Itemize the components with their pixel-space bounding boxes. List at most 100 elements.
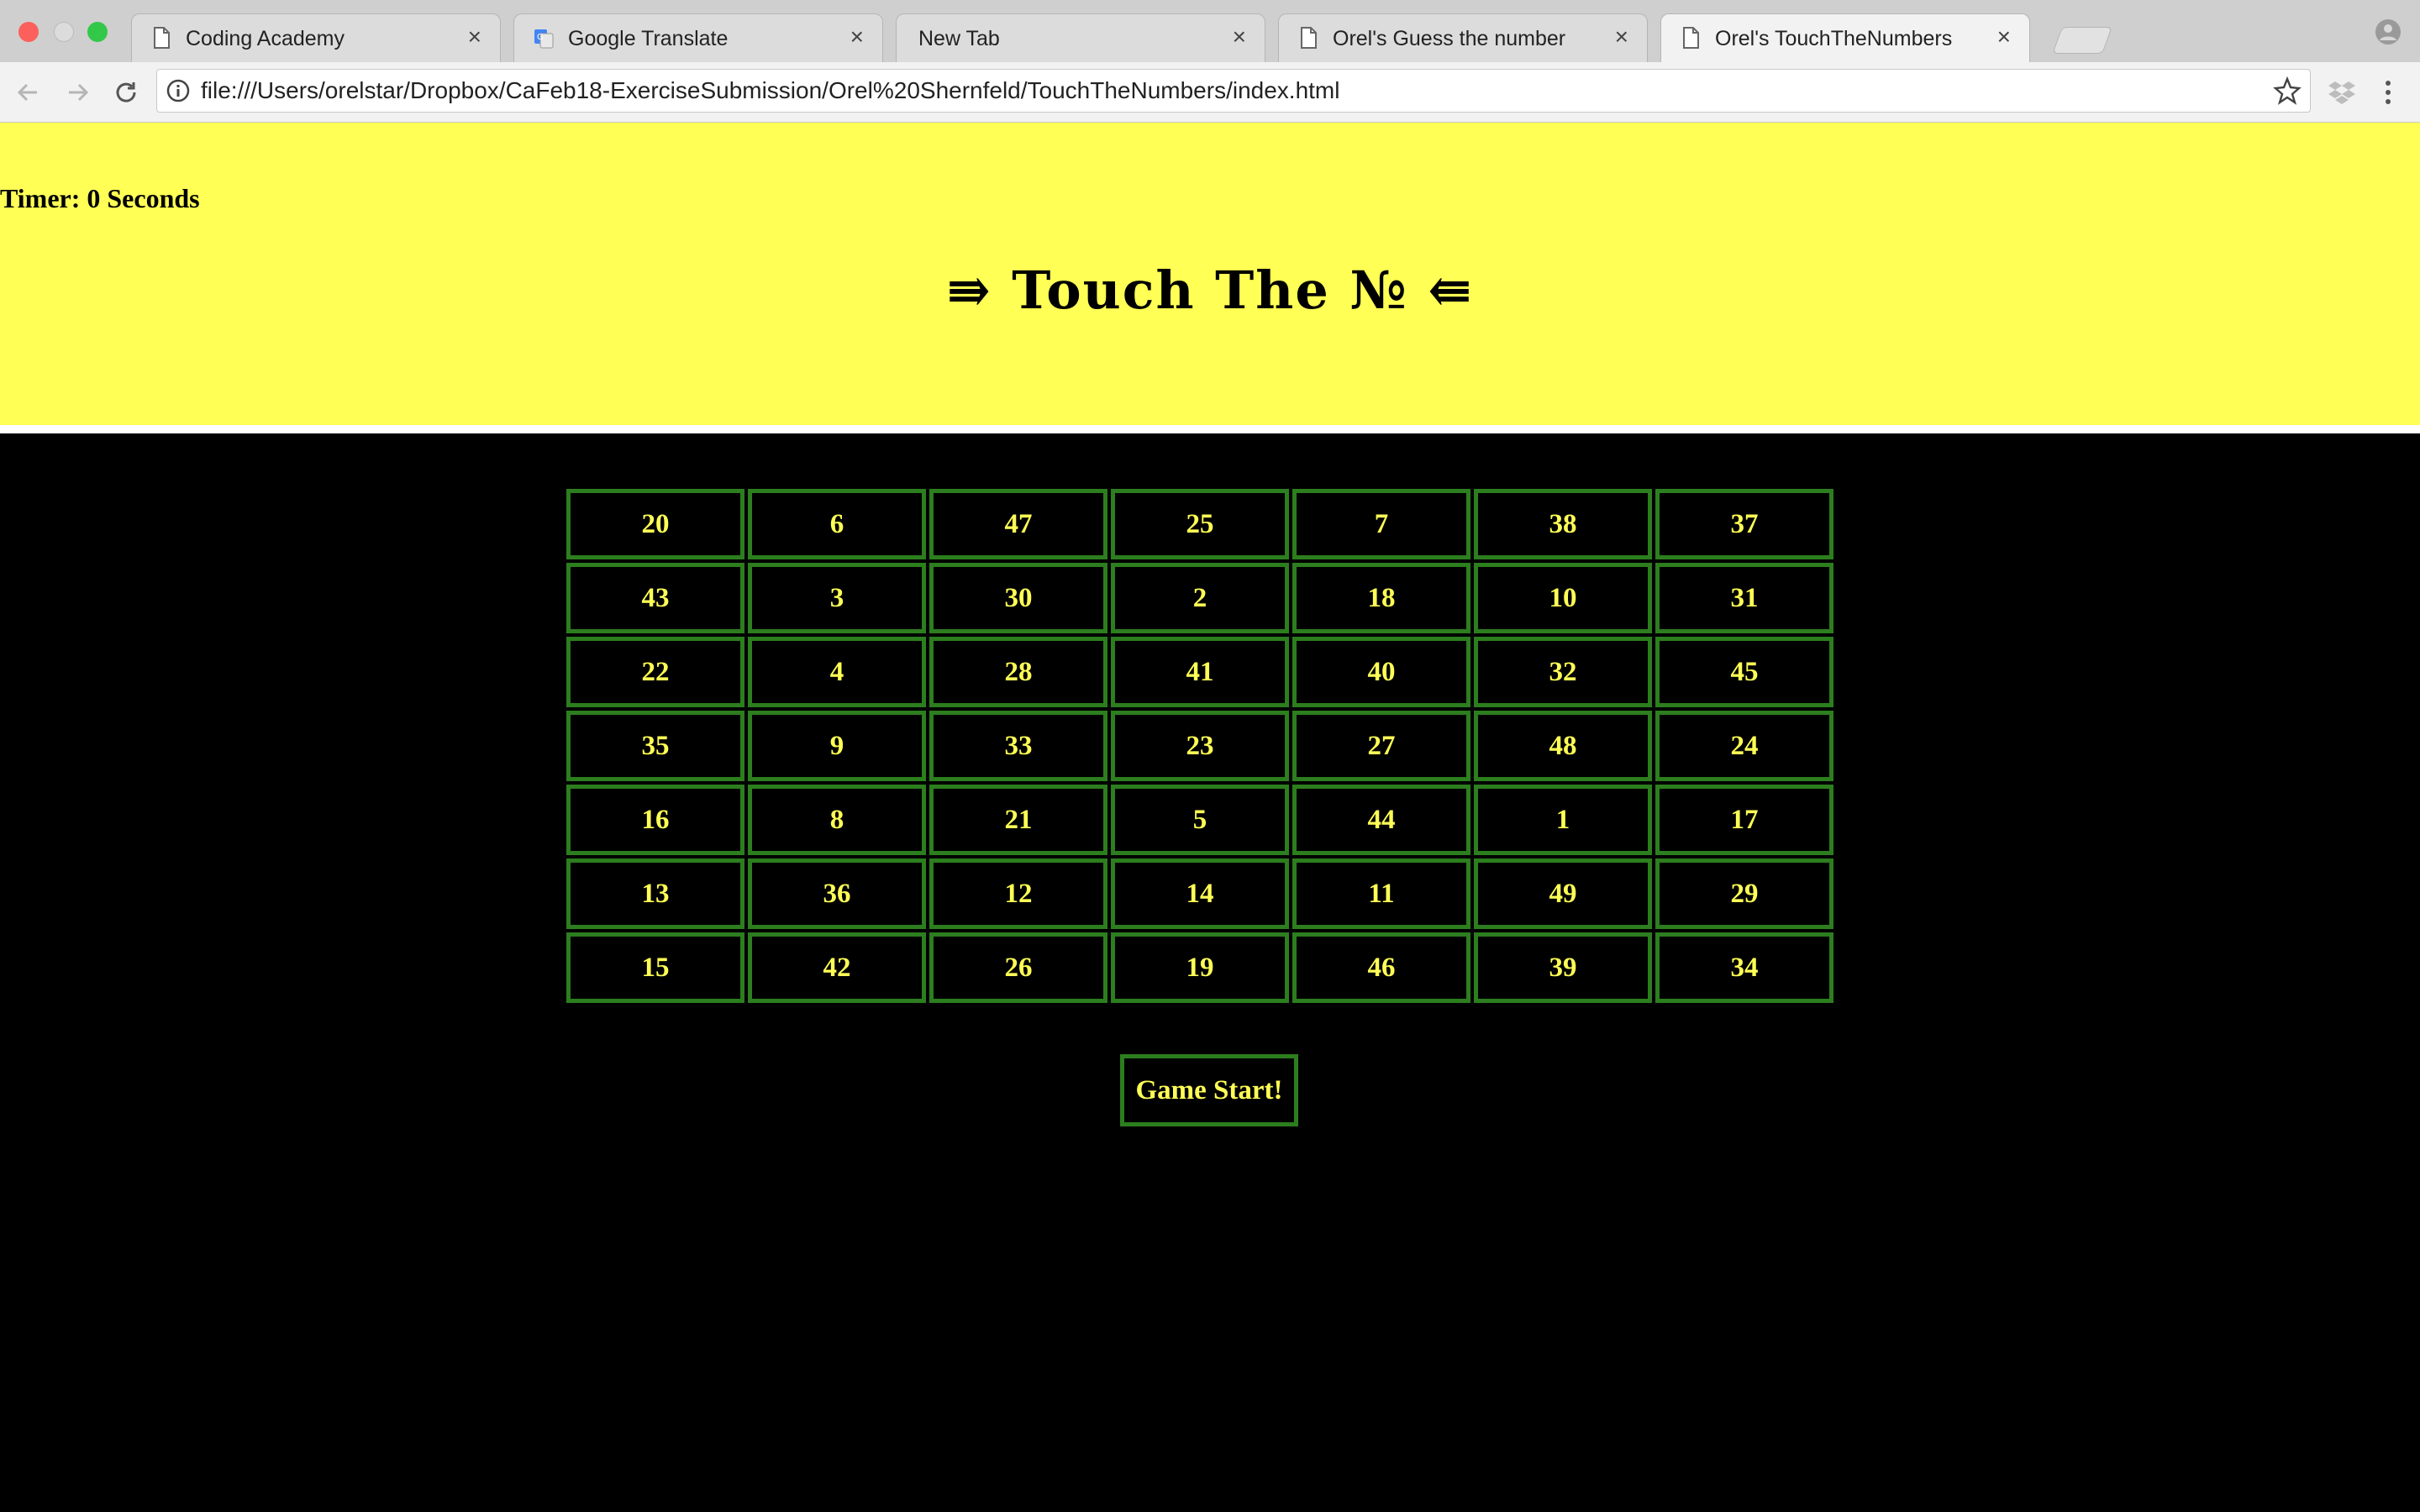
page-icon <box>154 27 170 49</box>
number-cell[interactable]: 24 <box>1655 711 1833 781</box>
new-tab-button[interactable] <box>2052 27 2112 54</box>
number-cell[interactable]: 1 <box>1474 785 1652 855</box>
number-cell[interactable]: 9 <box>748 711 926 781</box>
tab-title: Orel's Guess the number <box>1333 27 1566 50</box>
dropbox-icon[interactable] <box>2328 79 2356 106</box>
tab-title: Coding Academy <box>186 27 345 50</box>
board-row: 13 36 12 14 11 49 29 <box>566 858 1833 929</box>
board-row: 35 9 33 23 27 48 24 <box>566 711 1833 781</box>
timer-display: Timer: 0 Seconds <box>0 181 200 215</box>
forward-arrow-icon[interactable] <box>60 76 94 109</box>
number-cell[interactable]: 26 <box>929 932 1107 1003</box>
tab-strip: Coding Academy × G Google Translate × Ne… <box>0 0 2420 64</box>
svg-text:G: G <box>537 33 544 42</box>
number-cell[interactable]: 12 <box>929 858 1107 929</box>
number-cell[interactable]: 7 <box>1292 489 1470 559</box>
game-title: ⇛ Touch The № ⇚ <box>946 260 1474 321</box>
tab-title: Google Translate <box>568 27 729 50</box>
number-cell[interactable]: 3 <box>748 563 926 633</box>
number-cell[interactable]: 39 <box>1474 932 1652 1003</box>
number-cell[interactable]: 16 <box>566 785 744 855</box>
tab-title: Orel's TouchTheNumbers <box>1715 27 1953 50</box>
number-cell[interactable]: 34 <box>1655 932 1833 1003</box>
number-cell[interactable]: 14 <box>1111 858 1289 929</box>
google-translate-icon: G <box>534 29 554 49</box>
tab-google-translate[interactable]: G Google Translate × <box>513 13 883 62</box>
number-cell[interactable]: 18 <box>1292 563 1470 633</box>
number-cell[interactable]: 44 <box>1292 785 1470 855</box>
number-cell[interactable]: 37 <box>1655 489 1833 559</box>
close-tab-icon[interactable]: × <box>850 24 864 50</box>
number-cell[interactable]: 13 <box>566 858 744 929</box>
tab-coding-academy[interactable]: Coding Academy × <box>131 13 501 62</box>
browser-toolbar: file:///Users/orelstar/Dropbox/CaFeb18-E… <box>0 62 2420 123</box>
number-cell[interactable]: 35 <box>566 711 744 781</box>
tab-touch-the-numbers[interactable]: Orel's TouchTheNumbers × <box>1660 13 2030 64</box>
number-cell[interactable]: 38 <box>1474 489 1652 559</box>
board-row: 16 8 21 5 44 1 17 <box>566 785 1833 855</box>
page-header: Timer: 0 Seconds ⇛ Touch The № ⇚ <box>0 123 2420 425</box>
close-window-button[interactable] <box>18 22 39 42</box>
kebab-menu-icon[interactable] <box>2378 77 2398 108</box>
number-cell[interactable]: 40 <box>1292 637 1470 707</box>
tab-new-tab[interactable]: New Tab × <box>896 13 1265 62</box>
number-cell[interactable]: 29 <box>1655 858 1833 929</box>
number-cell[interactable]: 19 <box>1111 932 1289 1003</box>
bookmark-star-icon[interactable] <box>2273 76 2302 105</box>
number-cell[interactable]: 6 <box>748 489 926 559</box>
number-cell[interactable]: 15 <box>566 932 744 1003</box>
number-cell[interactable]: 25 <box>1111 489 1289 559</box>
info-icon[interactable] <box>166 78 191 103</box>
number-cell[interactable]: 27 <box>1292 711 1470 781</box>
board-body: 20 6 47 25 7 38 37 43 3 30 2 18 10 31 22 4 28 41 40 32 45 35 9… <box>566 489 1833 1003</box>
back-arrow-icon[interactable] <box>12 76 45 109</box>
number-cell[interactable]: 22 <box>566 637 744 707</box>
number-cell[interactable]: 8 <box>748 785 926 855</box>
number-cell[interactable]: 2 <box>1111 563 1289 633</box>
url-text[interactable]: file:///Users/orelstar/Dropbox/CaFeb18-E… <box>201 77 1339 104</box>
number-cell[interactable]: 49 <box>1474 858 1652 929</box>
number-cell[interactable]: 21 <box>929 785 1107 855</box>
page-icon <box>1683 27 1699 49</box>
zoom-window-button[interactable] <box>87 22 108 42</box>
number-board: 20 6 47 25 7 38 37 43 3 30 2 18 10 31 22 4 28 41 40 32 45 35 9… <box>563 486 1837 1006</box>
number-cell[interactable]: 10 <box>1474 563 1652 633</box>
number-cell[interactable]: 41 <box>1111 637 1289 707</box>
number-cell[interactable]: 43 <box>566 563 744 633</box>
number-cell[interactable]: 30 <box>929 563 1107 633</box>
profile-icon[interactable] <box>2375 18 2402 45</box>
board-row: 43 3 30 2 18 10 31 <box>566 563 1833 633</box>
header-divider <box>0 425 2420 433</box>
page-icon <box>1301 27 1317 49</box>
game-start-button[interactable]: Game Start! <box>1120 1054 1298 1126</box>
board-row: 22 4 28 41 40 32 45 <box>566 637 1833 707</box>
number-cell[interactable]: 28 <box>929 637 1107 707</box>
tab-title: New Tab <box>918 27 1000 50</box>
number-cell[interactable]: 31 <box>1655 563 1833 633</box>
number-cell[interactable]: 33 <box>929 711 1107 781</box>
number-cell[interactable]: 4 <box>748 637 926 707</box>
close-tab-icon[interactable]: × <box>1997 24 2011 50</box>
number-cell[interactable]: 48 <box>1474 711 1652 781</box>
number-cell[interactable]: 5 <box>1111 785 1289 855</box>
close-tab-icon[interactable]: × <box>468 24 481 50</box>
number-cell[interactable]: 17 <box>1655 785 1833 855</box>
close-tab-icon[interactable]: × <box>1615 24 1628 50</box>
number-cell[interactable]: 11 <box>1292 858 1470 929</box>
number-cell[interactable]: 47 <box>929 489 1107 559</box>
number-cell[interactable]: 20 <box>566 489 744 559</box>
address-bar[interactable]: file:///Users/orelstar/Dropbox/CaFeb18-E… <box>156 69 2311 113</box>
number-cell[interactable]: 45 <box>1655 637 1833 707</box>
number-cell[interactable]: 46 <box>1292 932 1470 1003</box>
browser-chrome: Coding Academy × G Google Translate × Ne… <box>0 0 2420 123</box>
number-cell[interactable]: 32 <box>1474 637 1652 707</box>
close-tab-icon[interactable]: × <box>1233 24 1246 50</box>
board-row: 15 42 26 19 46 39 34 <box>566 932 1833 1003</box>
minimize-window-button[interactable] <box>54 22 74 42</box>
number-cell[interactable]: 23 <box>1111 711 1289 781</box>
board-row: 20 6 47 25 7 38 37 <box>566 489 1833 559</box>
number-cell[interactable]: 36 <box>748 858 926 929</box>
reload-icon[interactable] <box>109 76 143 109</box>
number-cell[interactable]: 42 <box>748 932 926 1003</box>
tab-guess-the-number[interactable]: Orel's Guess the number × <box>1278 13 1648 62</box>
